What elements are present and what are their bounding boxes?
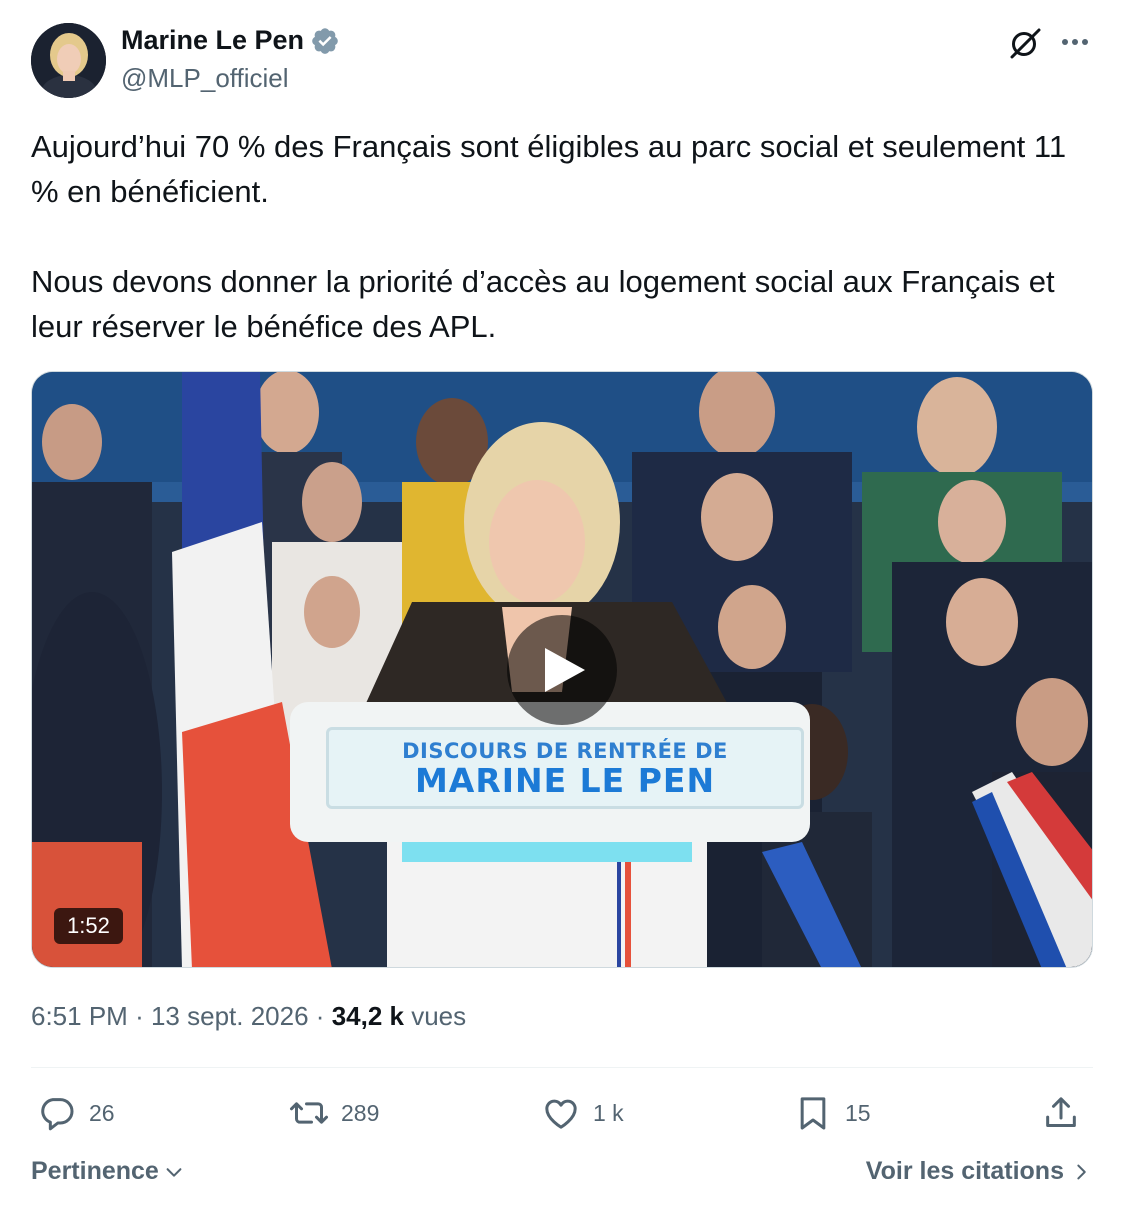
- heart-icon: [545, 1099, 577, 1129]
- views-label: vues: [411, 1001, 467, 1031]
- author-display-name[interactable]: Marine Le Pen: [121, 25, 304, 56]
- play-button[interactable]: [507, 615, 617, 725]
- sort-dropdown[interactable]: Pertinence: [31, 1157, 185, 1186]
- sort-label: Pertinence: [31, 1157, 159, 1185]
- like-count: 1 k: [593, 1099, 624, 1126]
- tweet-text: Aujourd’hui 70 % des Français sont éligi…: [31, 124, 1093, 349]
- like-button[interactable]: 1 k: [541, 1090, 624, 1136]
- views-count: 34,2 k: [331, 1001, 404, 1031]
- reply-button[interactable]: 26: [37, 1090, 115, 1136]
- sign-line-2: MARINE LE PEN: [414, 761, 716, 800]
- tweet-date[interactable]: 13 sept. 2026: [151, 1001, 309, 1031]
- repost-count: 289: [341, 1099, 380, 1126]
- tweet-paragraph-2: Nous devons donner la priorité d’accès a…: [31, 264, 1055, 344]
- chevron-down-icon: [166, 1167, 182, 1177]
- bookmark-button[interactable]: 15: [793, 1090, 871, 1136]
- more-options-icon[interactable]: [1058, 26, 1092, 60]
- sign-line-1: DISCOURS DE RENTRÉE DE: [402, 739, 728, 763]
- video-player[interactable]: DISCOURS DE RENTRÉE DE MARINE LE PEN 1:5…: [31, 371, 1093, 968]
- author-handle[interactable]: @MLP_officiel: [121, 63, 289, 94]
- bookmark-count: 15: [845, 1099, 871, 1126]
- share-icon: [1046, 1097, 1076, 1127]
- divider: [31, 1067, 1093, 1068]
- verified-badge-icon: [310, 26, 340, 56]
- avatar-image: [31, 23, 106, 98]
- meta-separator: ·: [315, 1001, 325, 1031]
- share-button[interactable]: [1041, 1090, 1081, 1136]
- avatar[interactable]: [31, 23, 106, 98]
- repost-button[interactable]: 289: [289, 1090, 379, 1136]
- action-bar: 26 289 1 k 15: [31, 1090, 1093, 1136]
- tweet-time[interactable]: 6:51 PM: [31, 1001, 128, 1031]
- quotes-label: Voir les citations: [865, 1157, 1064, 1185]
- meta-separator: ·: [135, 1001, 144, 1031]
- tweet-meta: 6:51 PM · 13 sept. 2026 · 34,2 k vues: [31, 1001, 466, 1032]
- tweet-paragraph-1: Aujourd’hui 70 % des Français sont éligi…: [31, 129, 1067, 209]
- video-duration: 1:52: [54, 908, 123, 944]
- chevron-right-icon: [1077, 1164, 1086, 1179]
- view-quotes-link[interactable]: Voir les citations: [866, 1157, 1092, 1186]
- grok-icon[interactable]: [1006, 24, 1044, 62]
- reply-icon: [41, 1098, 74, 1131]
- repost-icon: [290, 1102, 328, 1124]
- play-icon: [545, 648, 585, 692]
- reply-count: 26: [89, 1099, 115, 1126]
- bookmark-icon: [800, 1097, 826, 1130]
- lectern-sign: DISCOURS DE RENTRÉE DE MARINE LE PEN: [326, 727, 804, 809]
